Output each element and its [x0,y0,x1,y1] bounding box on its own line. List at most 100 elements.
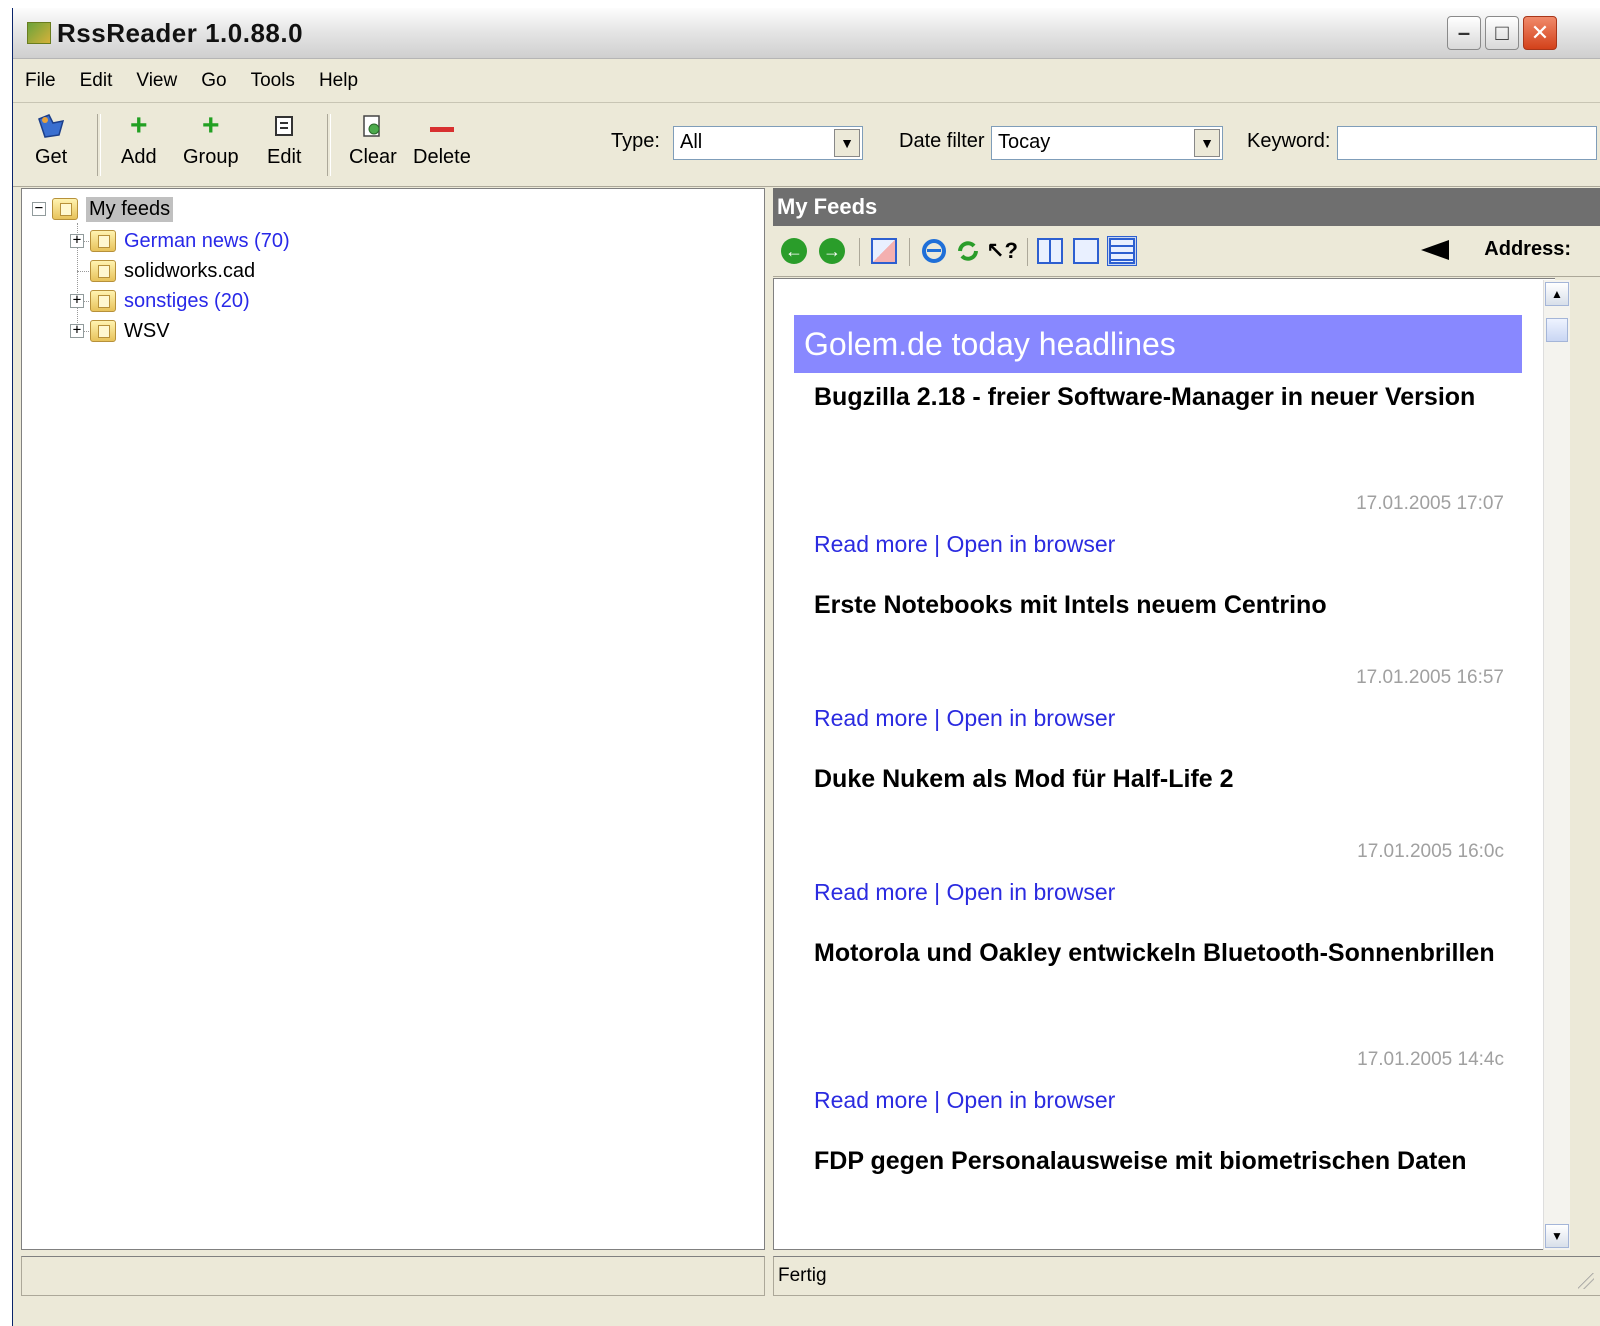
resize-grip-icon[interactable] [1578,1273,1594,1289]
refresh-icon [958,241,978,261]
tree-item-label: solidworks.cad [124,259,256,282]
layout-split-button[interactable] [1035,236,1065,266]
folder-icon [90,290,116,312]
clear-icon [359,112,387,140]
folder-icon [90,230,116,252]
browser-toolbar: ← → ↖? Address: [773,226,1600,277]
open-in-browser-link[interactable]: Open in browser [947,879,1116,905]
minimize-button[interactable]: – [1447,16,1481,50]
article-title[interactable]: Duke Nukem als Mod für Half-Life 2 [814,763,1504,796]
feed-content: Golem.de today headlines Bugzilla 2.18 -… [773,278,1555,1250]
toolbar-separator [859,238,860,266]
maximize-button[interactable]: □ [1485,16,1519,50]
forward-button[interactable]: → [817,236,847,266]
menu-file[interactable]: File [13,70,68,92]
back-button[interactable]: ← [779,236,809,266]
article-title[interactable]: Motorola und Oakley entwickeln Bluetooth… [814,937,1504,970]
type-label: Type: [611,130,660,152]
feed-tree: − My feeds + German news (70) solidworks… [21,188,765,1250]
edit-icon [270,112,298,140]
article-title[interactable]: Erste Notebooks mit Intels neuem Centrin… [814,589,1504,622]
layout-list-button[interactable] [1107,236,1137,266]
forward-arrow-icon: → [819,238,845,264]
dropdown-arrow-icon[interactable]: ▼ [834,129,860,157]
back-arrow-icon: ← [781,238,807,264]
open-browser-button[interactable] [919,236,949,266]
address-arrow-icon[interactable] [1421,240,1449,260]
content-scrollbar[interactable]: ▲ ▼ [1543,280,1570,1250]
tree-item-label: WSV [124,319,170,342]
feed-view-button[interactable] [869,236,899,266]
folder-icon [90,260,116,282]
read-more-link[interactable]: Read more [814,531,928,557]
layout-split-icon [1037,238,1063,264]
expand-icon[interactable]: + [70,293,84,308]
menu-edit[interactable]: Edit [68,70,125,92]
open-in-browser-link[interactable]: Open in browser [947,1087,1116,1113]
keyword-input[interactable] [1337,126,1597,160]
tree-item-solidworks[interactable]: solidworks.cad [90,257,255,285]
collapse-icon[interactable]: − [32,201,46,216]
article-title[interactable]: FDP gegen Personalausweise mit biometris… [814,1145,1504,1178]
tree-item-label: German news (70) [124,229,290,252]
tree-item-sonstiges[interactable]: + sonstiges (20) [70,287,250,315]
read-more-link[interactable]: Read more [814,879,928,905]
read-more-link[interactable]: Read more [814,1087,928,1113]
tree-item-wsv[interactable]: + WSV [70,317,170,345]
help-cursor-button[interactable]: ↖? [986,236,1018,266]
date-filter-dropdown[interactable]: Tocay ▼ [991,126,1223,160]
status-bar-left [21,1256,765,1296]
open-in-browser-link[interactable]: Open in browser [947,705,1116,731]
menu-tools[interactable]: Tools [239,70,307,92]
article-links: Read more | Open in browser [814,1087,1116,1113]
add-icon: + [130,109,148,142]
expand-icon[interactable]: + [70,233,84,248]
tree-root-label: My feeds [86,196,174,222]
feed-title: Golem.de today headlines [794,315,1522,373]
scroll-up-icon[interactable]: ▲ [1545,282,1569,306]
delete-button[interactable]: Delete [413,112,471,178]
get-feeds-icon [37,112,65,140]
menu-help[interactable]: Help [307,70,370,92]
article-date: 17.01.2005 16:57 [1356,667,1504,688]
article-item: FDP gegen Personalausweise mit biometris… [814,1145,1504,1225]
tree-item-german-news[interactable]: + German news (70) [70,227,290,255]
keyword-label: Keyword: [1247,130,1331,152]
folder-icon [52,198,78,220]
read-more-link[interactable]: Read more [814,705,928,731]
scroll-thumb[interactable] [1546,318,1568,342]
tree-root[interactable]: − My feeds [32,195,174,223]
refresh-button[interactable] [953,236,983,266]
close-button[interactable]: ✕ [1523,16,1557,50]
add-button[interactable]: + Add [121,109,157,178]
article-links: Read more | Open in browser [814,879,1116,905]
get-button[interactable]: Get [35,112,67,178]
type-dropdown[interactable]: All ▼ [673,126,863,160]
group-button[interactable]: + Group [183,111,239,178]
article-item: Duke Nukem als Mod für Half-Life 2 17.01… [814,763,1504,933]
open-in-browser-link[interactable]: Open in browser [947,531,1116,557]
expand-icon[interactable]: + [70,323,84,338]
menu-go[interactable]: Go [189,70,238,92]
article-links: Read more | Open in browser [814,705,1116,731]
edit-button[interactable]: Edit [267,112,301,178]
menu-view[interactable]: View [124,70,189,92]
menu-bar: File Edit View Go Tools Help [13,60,1600,103]
article-item: Erste Notebooks mit Intels neuem Centrin… [814,589,1504,759]
title-bar[interactable]: RssReader 1.0.88.0 – □ ✕ [13,8,1600,59]
article-title[interactable]: Bugzilla 2.18 - freier Software-Manager … [814,381,1504,414]
article-date: 17.01.2005 14:4c [1357,1049,1504,1070]
layout-single-button[interactable] [1071,236,1101,266]
window-title: RssReader 1.0.88.0 [57,18,304,48]
article-item: Bugzilla 2.18 - freier Software-Manager … [814,381,1504,557]
article-links: Read more | Open in browser [814,531,1116,557]
layout-list-icon [1109,238,1135,264]
main-toolbar: Get + Add + Group Edit Clear Delete Type… [13,104,1600,187]
status-bar-right: Fertig [773,1256,1600,1296]
help-cursor-icon: ↖? [986,238,1018,263]
date-filter-label: Date filter [899,130,985,152]
scroll-down-icon[interactable]: ▼ [1545,1224,1569,1248]
article-item: Motorola und Oakley entwickeln Bluetooth… [814,937,1504,1127]
clear-button[interactable]: Clear [349,112,397,178]
dropdown-arrow-icon[interactable]: ▼ [1194,129,1220,157]
